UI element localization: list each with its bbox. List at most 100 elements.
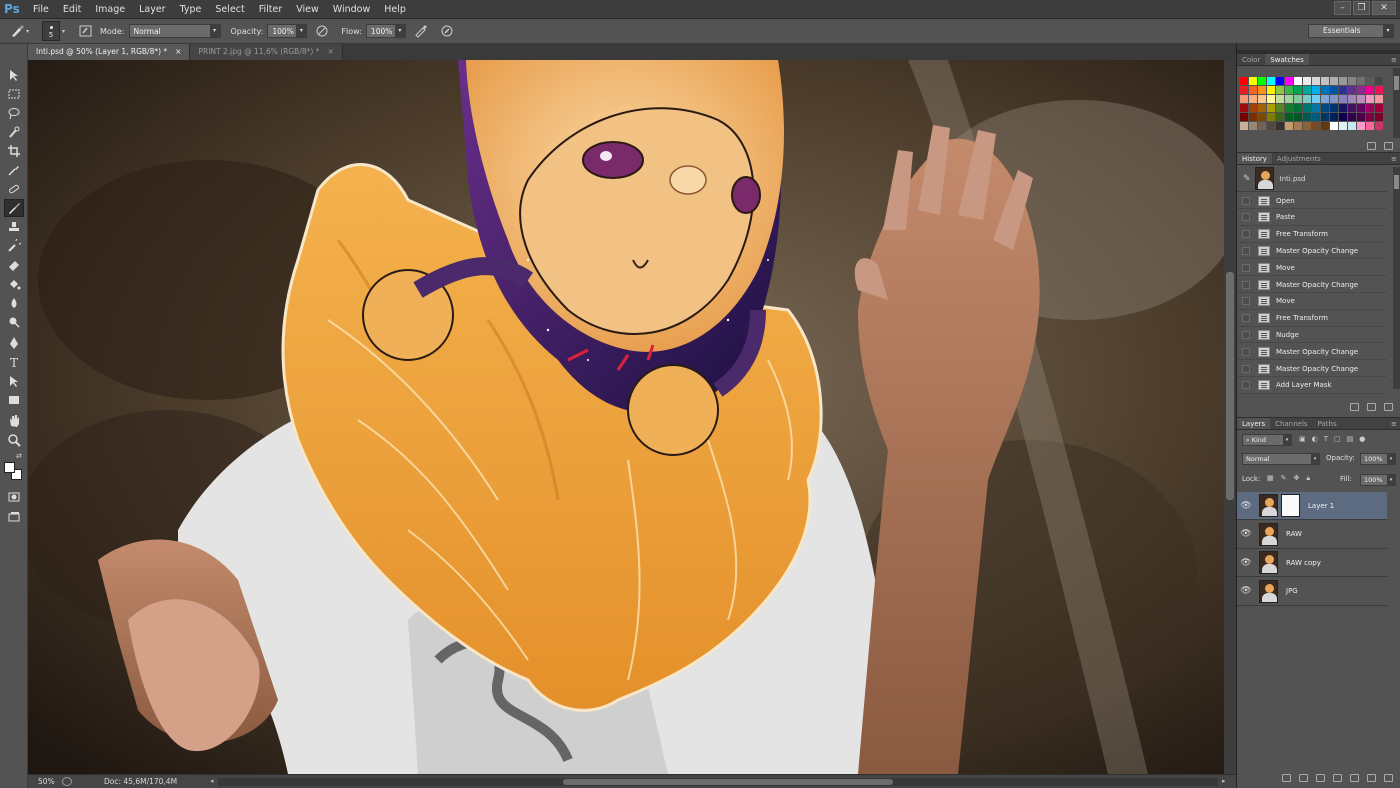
history-source-checkbox[interactable] xyxy=(1242,381,1250,390)
color-swatch[interactable] xyxy=(1258,77,1266,85)
zoom-level[interactable]: 50% xyxy=(28,777,58,786)
lasso-tool-icon[interactable] xyxy=(4,104,24,122)
color-swatch[interactable] xyxy=(1375,104,1383,112)
color-swatch[interactable] xyxy=(1348,77,1356,85)
color-swatch[interactable] xyxy=(1267,113,1275,121)
color-swatch[interactable] xyxy=(1357,77,1365,85)
history-source-checkbox[interactable] xyxy=(1242,196,1250,205)
color-swatch[interactable] xyxy=(1276,86,1284,94)
eraser-tool-icon[interactable] xyxy=(4,256,24,274)
color-swatch[interactable] xyxy=(1240,113,1248,121)
color-swatch[interactable] xyxy=(1357,86,1365,94)
color-swatch[interactable] xyxy=(1348,104,1356,112)
history-item[interactable]: Master Opacity Change xyxy=(1237,361,1387,377)
color-swatch[interactable] xyxy=(1375,113,1383,121)
layer-style-icon[interactable] xyxy=(1299,774,1308,782)
type-tool-icon[interactable]: T xyxy=(4,353,24,371)
foreground-color-swatch[interactable] xyxy=(4,462,15,473)
menu-help[interactable]: Help xyxy=(377,4,413,15)
history-item[interactable]: Add Layer Mask xyxy=(1237,378,1387,394)
color-swatch[interactable] xyxy=(1321,77,1329,85)
tab-paths[interactable]: Paths xyxy=(1313,418,1342,429)
eye-icon[interactable]: 👁︎ xyxy=(1237,558,1255,568)
history-brush-source-icon[interactable]: ✎ xyxy=(1243,174,1251,184)
history-item[interactable]: Free Transform xyxy=(1237,227,1387,243)
eyedropper-tool-icon[interactable] xyxy=(4,161,24,179)
lock-all-icon[interactable]: 🔒︎ xyxy=(1306,474,1310,483)
document-tab[interactable]: PRINT 2.jpg @ 11,6% (RGB/8*) * × xyxy=(190,44,343,60)
color-swatch[interactable] xyxy=(1330,86,1338,94)
dodge-tool-icon[interactable] xyxy=(4,313,24,331)
hand-tool-icon[interactable] xyxy=(4,412,24,430)
color-swatch[interactable] xyxy=(1330,122,1338,130)
color-swatch[interactable] xyxy=(1375,95,1383,103)
color-swatch[interactable] xyxy=(1303,95,1311,103)
menu-select[interactable]: Select xyxy=(208,4,251,15)
color-swatch[interactable] xyxy=(1258,95,1266,103)
trash-icon[interactable] xyxy=(1384,774,1393,782)
panel-menu-icon[interactable]: ≡ xyxy=(1391,54,1400,65)
screen-mode-icon[interactable] xyxy=(4,508,24,526)
pressure-size-icon[interactable] xyxy=(438,22,456,40)
color-swatch[interactable] xyxy=(1285,122,1293,130)
color-swatch[interactable] xyxy=(1321,122,1329,130)
color-swatch[interactable] xyxy=(1330,104,1338,112)
color-swatch[interactable] xyxy=(1303,122,1311,130)
color-swatch[interactable] xyxy=(1339,122,1347,130)
menu-view[interactable]: View xyxy=(289,4,326,15)
tab-adjustments[interactable]: Adjustments xyxy=(1272,153,1326,164)
color-swatch[interactable] xyxy=(1258,86,1266,94)
lock-image-icon[interactable]: ✎ xyxy=(1281,474,1287,483)
crop-tool-icon[interactable] xyxy=(4,142,24,160)
brush-preset-picker[interactable]: 5 xyxy=(42,21,60,41)
scroll-left-icon[interactable]: ◂ xyxy=(210,777,214,785)
healing-brush-tool-icon[interactable] xyxy=(4,180,24,198)
rectangle-tool-icon[interactable] xyxy=(4,391,24,409)
airbrush-icon[interactable] xyxy=(412,22,430,40)
tab-color[interactable]: Color xyxy=(1237,54,1265,65)
color-swatch[interactable] xyxy=(1330,77,1338,85)
color-swatch[interactable] xyxy=(1366,122,1374,130)
flow-field[interactable]: 100% ▾ xyxy=(365,24,406,38)
history-item[interactable]: Paste xyxy=(1237,210,1387,226)
color-swatch[interactable] xyxy=(1267,104,1275,112)
layer-row[interactable]: 👁︎ JPG xyxy=(1237,578,1387,606)
move-tool-icon[interactable] xyxy=(4,66,24,84)
color-swatch[interactable] xyxy=(1285,113,1293,121)
history-item[interactable]: Open xyxy=(1237,193,1387,209)
color-swatch[interactable] xyxy=(1357,122,1365,130)
color-swatch[interactable] xyxy=(1321,113,1329,121)
color-swatch[interactable] xyxy=(1294,113,1302,121)
lock-transparent-icon[interactable]: ▦ xyxy=(1267,474,1274,483)
document-canvas[interactable] xyxy=(28,60,1224,774)
clone-stamp-tool-icon[interactable] xyxy=(4,218,24,236)
history-item[interactable]: Master Opacity Change xyxy=(1237,277,1387,293)
color-swatch[interactable] xyxy=(1330,113,1338,121)
history-brush-tool-icon[interactable] xyxy=(4,237,24,255)
history-source-checkbox[interactable] xyxy=(1242,213,1250,222)
swap-colors-icon[interactable]: ⇄ xyxy=(16,452,22,460)
color-swatch[interactable] xyxy=(1366,113,1374,121)
brush-tool-preset-icon[interactable] xyxy=(8,22,26,40)
status-info-icon[interactable] xyxy=(62,777,72,786)
color-swatch[interactable] xyxy=(1321,104,1329,112)
color-swatch[interactable] xyxy=(1267,77,1275,85)
color-swatch[interactable] xyxy=(1312,113,1320,121)
color-swatch[interactable] xyxy=(1312,77,1320,85)
history-scrollbar[interactable] xyxy=(1393,167,1400,389)
minimize-icon[interactable]: – xyxy=(1334,1,1351,15)
color-swatch[interactable] xyxy=(1294,77,1302,85)
color-swatch[interactable] xyxy=(1240,95,1248,103)
eye-icon[interactable]: 👁︎ xyxy=(1237,586,1255,596)
color-swatch[interactable] xyxy=(1339,104,1347,112)
color-swatch[interactable] xyxy=(1276,113,1284,121)
workspace-select[interactable]: Essentials ▾ xyxy=(1308,24,1394,38)
brush-picker-dropdown-icon[interactable]: ▾ xyxy=(62,28,70,35)
close-icon[interactable]: × xyxy=(327,44,333,60)
menu-edit[interactable]: Edit xyxy=(56,4,88,15)
color-swatch[interactable] xyxy=(1303,77,1311,85)
blend-mode-select[interactable]: Normal ▾ xyxy=(1242,453,1320,465)
blur-tool-icon[interactable] xyxy=(4,294,24,312)
history-source-checkbox[interactable] xyxy=(1242,297,1250,306)
opacity-field[interactable]: 100% ▾ xyxy=(267,24,308,38)
